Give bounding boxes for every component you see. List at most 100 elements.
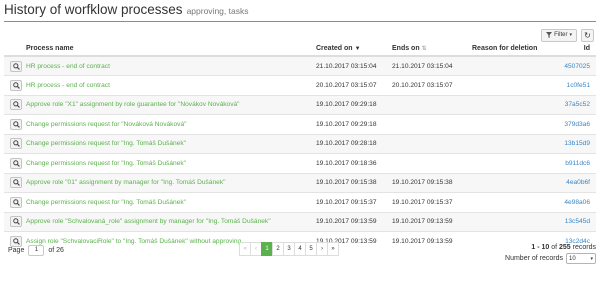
- sort-desc-icon[interactable]: ▼: [355, 46, 361, 52]
- created-on-cell: 19.10.2017 09:15:38: [314, 172, 390, 193]
- reason-cell: [470, 114, 550, 134]
- reason-cell: [470, 55, 550, 76]
- process-id-link[interactable]: 379d3a6: [550, 114, 596, 134]
- magnifier-icon: [12, 179, 20, 187]
- records-info: 1 - 10 of 255 records Number of records …: [505, 244, 596, 264]
- reason-cell: [470, 192, 550, 212]
- header-id[interactable]: Id: [550, 42, 596, 57]
- process-name-link[interactable]: Change permissions request for "Ing. Tom…: [24, 153, 314, 173]
- process-id-link[interactable]: 1c0fe51: [550, 75, 596, 95]
- detail-button[interactable]: [10, 118, 22, 130]
- created-on-cell: 19.10.2017 09:29:18: [314, 114, 390, 134]
- header-process-name[interactable]: Process name: [24, 42, 314, 57]
- header-reason[interactable]: Reason for deletion: [470, 42, 550, 57]
- process-id-link[interactable]: 4e98a06: [550, 192, 596, 212]
- header-process-name-label: Process name: [26, 45, 74, 52]
- process-id-link[interactable]: b911dc6: [550, 153, 596, 173]
- ends-on-cell: 19.10.2017 09:15:38: [390, 172, 470, 193]
- table-header-row: Process name Created on ▼ Ends on ⇅ Reason…: [4, 42, 596, 57]
- header-ends-label: Ends on: [392, 45, 420, 52]
- process-name-link[interactable]: Change permissions request for "Nováková…: [24, 114, 314, 134]
- process-id-link[interactable]: 37a5c52: [550, 94, 596, 115]
- detail-button[interactable]: [10, 177, 22, 189]
- detail-cell: [4, 114, 24, 134]
- detail-cell: [4, 153, 24, 173]
- page-number-input[interactable]: 1: [28, 244, 45, 256]
- table-row[interactable]: HR process - end of contract 20.10.2017 0…: [4, 75, 596, 95]
- created-on-cell: 19.10.2017 09:15:37: [314, 192, 390, 212]
- funnel-icon: [546, 32, 553, 38]
- process-name-link[interactable]: Approve role "X1" assignment by role gua…: [24, 94, 314, 115]
- refresh-button[interactable]: ↻: [581, 28, 594, 42]
- magnifier-icon: [12, 81, 20, 89]
- table-row[interactable]: Approve role "01" assignment by manager …: [4, 172, 596, 193]
- created-on-cell: 19.10.2017 09:13:59: [314, 211, 390, 232]
- records-per-page-select[interactable]: 10 ▾: [566, 253, 596, 264]
- chevron-down-icon: ▾: [569, 32, 572, 38]
- magnifier-icon: [12, 218, 20, 226]
- created-on-cell: 19.10.2017 09:29:18: [314, 94, 390, 115]
- process-name-link[interactable]: HR process - end of contract: [24, 55, 314, 76]
- header-created-on[interactable]: Created on ▼: [314, 42, 390, 57]
- detail-cell: [4, 211, 24, 232]
- table-row[interactable]: Change permissions request for "Ing. Tom…: [4, 133, 596, 154]
- records-total: 255: [559, 244, 571, 251]
- ends-on-cell: [390, 133, 470, 154]
- detail-button[interactable]: [10, 60, 22, 72]
- detail-button[interactable]: [10, 138, 22, 150]
- page-control: Page 1 of 26: [8, 244, 64, 256]
- detail-cell: [4, 55, 24, 76]
- detail-button[interactable]: [10, 79, 22, 91]
- detail-button[interactable]: [10, 196, 22, 208]
- ends-on-cell: 19.10.2017 09:15:37: [390, 192, 470, 212]
- created-on-cell: 20.10.2017 03:15:07: [314, 75, 390, 95]
- table-row[interactable]: Change permissions request for "Ing. Tom…: [4, 192, 596, 212]
- pager-last[interactable]: »: [327, 242, 339, 256]
- ends-on-cell: [390, 94, 470, 115]
- ends-on-cell: [390, 153, 470, 173]
- sort-icon[interactable]: ⇅: [422, 46, 427, 52]
- filter-label: Filter: [554, 32, 568, 38]
- page-subtitle: approving, tasks: [186, 6, 249, 16]
- records-per-page: Number of records 10 ▾: [505, 253, 596, 264]
- table-row[interactable]: Approve role "Schvalovaná_role" assignme…: [4, 211, 596, 232]
- process-id-link[interactable]: 13b15d9: [550, 133, 596, 154]
- table-row[interactable]: Change permissions request for "Nováková…: [4, 114, 596, 134]
- detail-cell: [4, 94, 24, 115]
- detail-button[interactable]: [10, 157, 22, 169]
- header-ends-on[interactable]: Ends on ⇅: [390, 42, 470, 57]
- ends-on-cell: [390, 114, 470, 134]
- chevron-down-icon: ▾: [590, 255, 593, 262]
- table-row[interactable]: HR process - end of contract 21.10.2017 0…: [4, 55, 596, 76]
- records-per-page-value: 10: [569, 255, 576, 262]
- detail-button[interactable]: [10, 216, 22, 228]
- process-id-link[interactable]: 4ea0b6f: [550, 172, 596, 193]
- header-reason-label: Reason for deletion: [472, 45, 538, 52]
- records-summary: 1 - 10 of 255 records: [505, 244, 596, 251]
- ends-on-cell: 20.10.2017 03:15:07: [390, 75, 470, 95]
- records-word: records: [572, 244, 596, 251]
- process-id-link[interactable]: 4507025: [550, 55, 596, 76]
- magnifier-icon: [12, 159, 20, 167]
- page-label: Page: [8, 246, 25, 254]
- detail-cell: [4, 172, 24, 193]
- page-count: of 26: [48, 246, 64, 254]
- records-range: 1 - 10: [531, 244, 550, 251]
- process-name-link[interactable]: Change permissions request for "Ing. Tom…: [24, 192, 314, 212]
- process-name-link[interactable]: Approve role "Schvalovaná_role" assignme…: [24, 211, 314, 232]
- refresh-icon: ↻: [584, 30, 591, 40]
- reason-cell: [470, 133, 550, 154]
- reason-cell: [470, 75, 550, 95]
- created-on-cell: 19.10.2017 09:28:18: [314, 133, 390, 154]
- process-name-link[interactable]: Change permissions request for "Ing. Tom…: [24, 133, 314, 154]
- detail-button[interactable]: [10, 99, 22, 111]
- process-name-link[interactable]: Approve role "01" assignment by manager …: [24, 172, 314, 193]
- page: History of worfklow processes approving,…: [0, 0, 600, 296]
- process-id-link[interactable]: 13c545d: [550, 211, 596, 232]
- table-row[interactable]: Change permissions request for "Ing. Tom…: [4, 153, 596, 173]
- detail-cell: [4, 75, 24, 95]
- table-row[interactable]: Approve role "X1" assignment by role gua…: [4, 94, 596, 115]
- filter-button[interactable]: Filter ▾: [541, 28, 577, 42]
- reason-cell: [470, 172, 550, 193]
- process-name-link[interactable]: HR process - end of contract: [24, 75, 314, 95]
